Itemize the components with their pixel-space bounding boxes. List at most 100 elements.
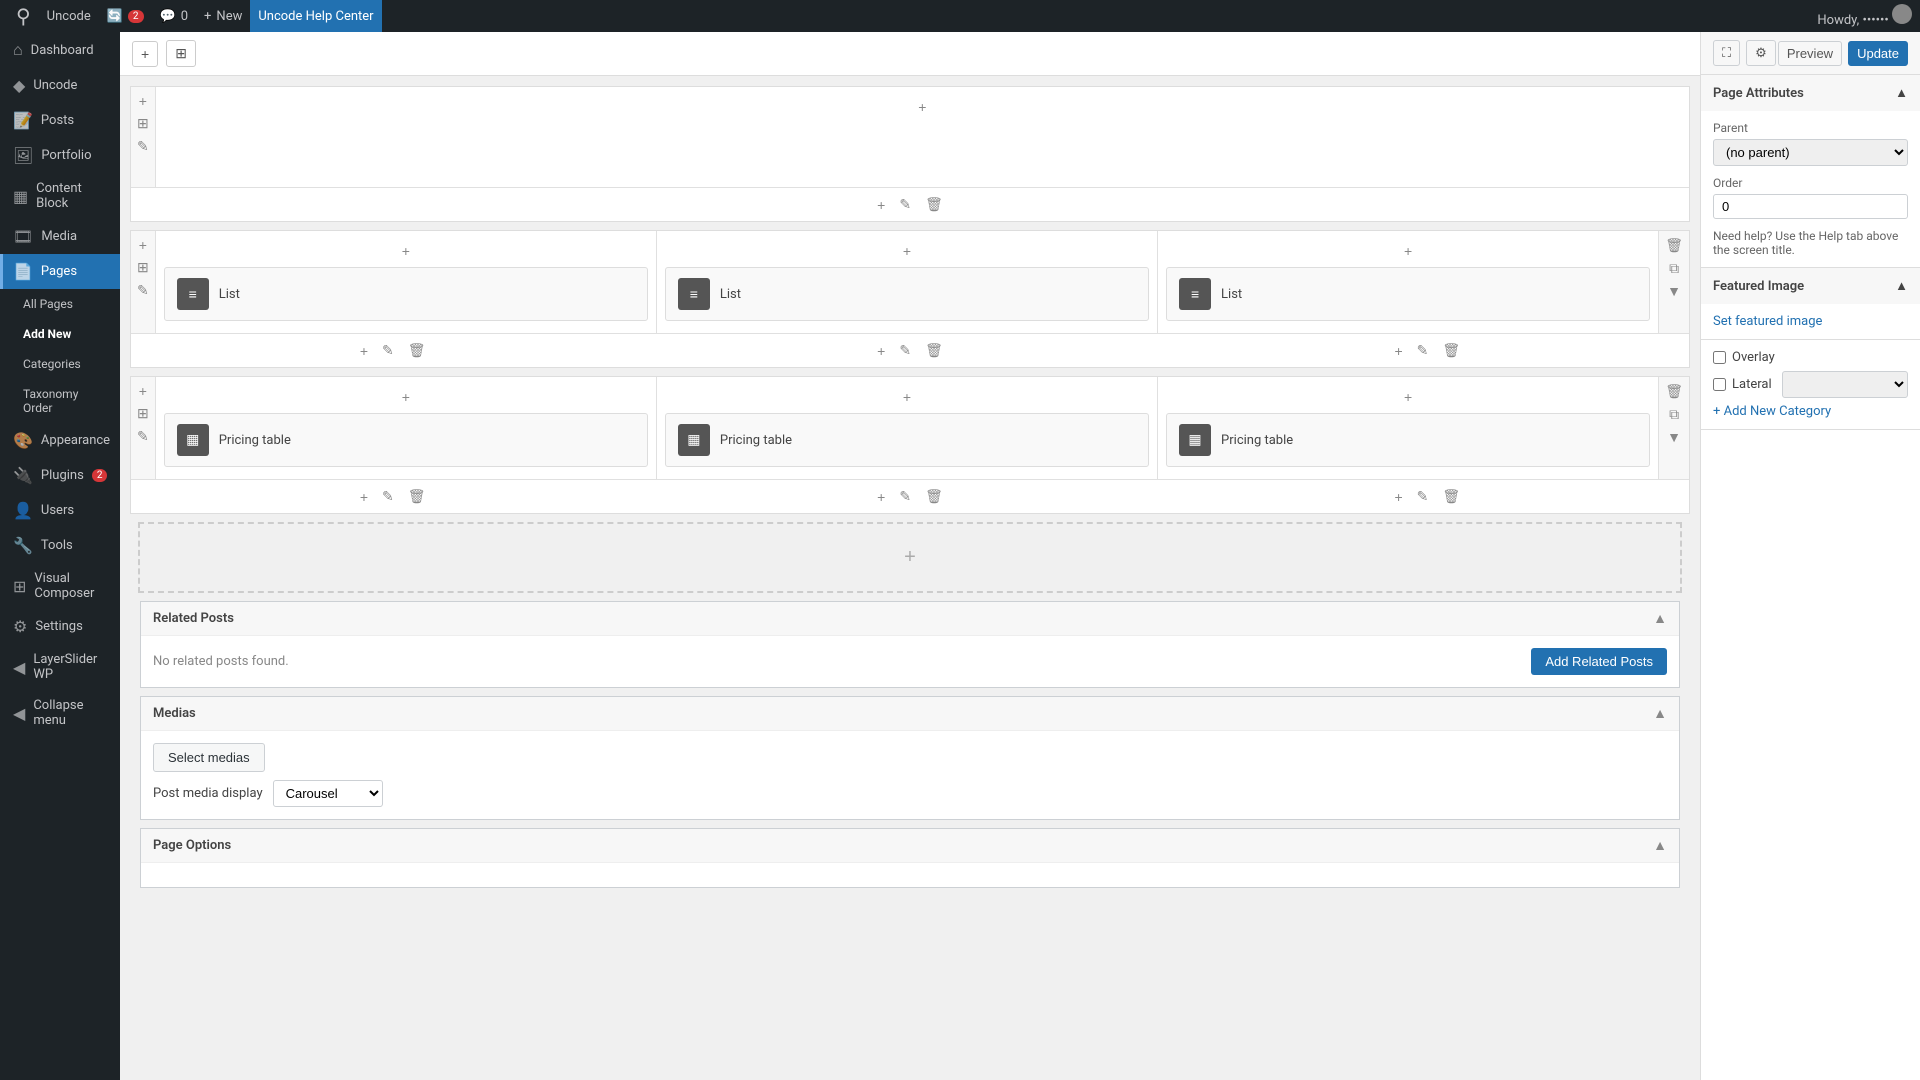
row-list-collapse-btn[interactable]: ▼ [1665, 281, 1683, 301]
right-toolbar-icons: ⛶ ⚙ [1713, 40, 1776, 66]
col-pricing-1-add-top[interactable]: + [398, 387, 414, 407]
page-attributes-header[interactable]: Page Attributes ▲ [1701, 75, 1920, 111]
col2-edit-action[interactable]: ✎ [895, 340, 915, 361]
settings-button[interactable]: ⚙ [1746, 40, 1776, 66]
sidebar-item-tools[interactable]: 🔧 Tools [0, 528, 120, 563]
row-list-edit-btn[interactable]: ✎ [135, 280, 151, 301]
col-pricing-2-add-top[interactable]: + [899, 387, 915, 407]
pricing-col2-edit-action[interactable]: ✎ [895, 486, 915, 507]
page-options-header[interactable]: Page Options ▲ [141, 829, 1679, 863]
add-new-category-link[interactable]: + Add New Category [1713, 404, 1831, 419]
parent-select[interactable]: (no parent) [1713, 139, 1908, 166]
lateral-select[interactable] [1782, 371, 1908, 398]
sidebar-item-plugins[interactable]: 🔌 Plugins 2 [0, 458, 120, 493]
pricing-col3-add-action[interactable]: + [1390, 486, 1406, 507]
col-list-1-add-top[interactable]: + [398, 241, 414, 261]
preview-button[interactable]: Preview [1778, 41, 1842, 66]
sidebar-item-collapse-menu[interactable]: ◀ Collapse menu [0, 690, 120, 736]
select-medias-button[interactable]: Select medias [153, 743, 265, 772]
topbar-uncode[interactable]: Uncode [39, 0, 99, 32]
pricing-col1-edit-action[interactable]: ✎ [378, 486, 398, 507]
sidebar-item-media[interactable]: 🎞 Media [0, 219, 120, 254]
pricing-col3-edit-action[interactable]: ✎ [1413, 486, 1433, 507]
sidebar-item-categories[interactable]: Categories [0, 349, 120, 379]
col1-edit-action[interactable]: ✎ [378, 340, 398, 361]
sidebar-item-settings[interactable]: ⚙ Settings [0, 609, 120, 644]
col3-edit-action[interactable]: ✎ [1413, 340, 1433, 361]
page-attributes-title: Page Attributes [1713, 86, 1804, 101]
row-top-delete-action[interactable]: 🗑 [921, 194, 947, 215]
row-top-add-action[interactable]: + [873, 195, 889, 215]
add-element-toolbar-button[interactable]: + [132, 41, 158, 67]
sidebar-item-taxonomy-order[interactable]: Taxonomy Order [0, 379, 120, 423]
row-list-cols: + ≡ List + ≡ Lis [156, 231, 1658, 333]
order-input[interactable] [1713, 194, 1908, 219]
username: •••••• [1862, 13, 1888, 28]
row-pricing-move-btn[interactable]: + [137, 381, 149, 401]
pricing-col1-delete-action[interactable]: 🗑 [404, 486, 430, 507]
row-top-edit-btn[interactable]: ✎ [135, 136, 151, 157]
row-list-grid-btn[interactable]: ⊞ [135, 257, 151, 278]
col-top-add-button[interactable]: + [914, 97, 930, 117]
sidebar-item-uncode[interactable]: ◆ Uncode [0, 68, 120, 103]
row-pricing-grid-btn[interactable]: ⊞ [135, 403, 151, 424]
add-row-button[interactable]: + [900, 544, 920, 571]
wp-logo-icon[interactable]: ⚲ [8, 0, 39, 32]
sidebar-item-add-new[interactable]: Add New [0, 319, 120, 349]
col1-add-action[interactable]: + [356, 340, 372, 361]
sidebar-item-dashboard[interactable]: ⌂ Dashboard [0, 32, 120, 68]
grid-view-button[interactable]: ⊞ [166, 40, 196, 67]
sidebar-item-visual-composer[interactable]: ⊞ Visual Composer [0, 563, 120, 609]
sidebar-item-pages[interactable]: 📄 Pages [0, 254, 120, 289]
col3-add-action[interactable]: + [1390, 340, 1406, 361]
add-row-area[interactable]: + [138, 522, 1682, 593]
row-top-move-btn[interactable]: + [137, 91, 149, 111]
topbar-comments[interactable]: 💬 0 [152, 0, 197, 32]
sidebar-item-content-block[interactable]: ▦ Content Block [0, 173, 120, 219]
pricing-col1-add-action[interactable]: + [356, 486, 372, 507]
set-featured-image-link[interactable]: Set featured image [1713, 314, 1822, 329]
col-pricing-3-add-top[interactable]: + [1400, 387, 1416, 407]
featured-image-header[interactable]: Featured Image ▲ [1701, 268, 1920, 304]
topbar-help-center[interactable]: Uncode Help Center [250, 0, 381, 32]
fullscreen-button[interactable]: ⛶ [1713, 40, 1740, 66]
col2-add-action[interactable]: + [873, 340, 889, 361]
add-related-posts-button[interactable]: Add Related Posts [1531, 648, 1667, 675]
col1-delete-action[interactable]: 🗑 [404, 340, 430, 361]
pricing-col2-add-action[interactable]: + [873, 486, 889, 507]
sidebar-item-posts[interactable]: 📝 Posts [0, 103, 120, 138]
row-pricing-copy-btn[interactable]: ⧉ [1667, 404, 1681, 425]
row-list-copy-btn[interactable]: ⧉ [1667, 258, 1681, 279]
col3-delete-action[interactable]: 🗑 [1438, 340, 1464, 361]
related-posts-header[interactable]: Related Posts ▲ [141, 602, 1679, 636]
topbar-updates[interactable]: 🔄 2 [99, 0, 152, 32]
featured-image-section: Featured Image ▲ Set featured image [1701, 268, 1920, 340]
col2-delete-action[interactable]: 🗑 [921, 340, 947, 361]
sidebar-item-appearance[interactable]: 🎨 Appearance [0, 423, 120, 458]
col-list-2-add-top[interactable]: + [899, 241, 915, 261]
featured-image-content: Set featured image [1701, 304, 1920, 339]
sidebar-item-portfolio[interactable]: 🖼 Portfolio [0, 138, 120, 173]
topbar-new[interactable]: + New [196, 0, 250, 32]
row-pricing-delete-btn[interactable]: 🗑 [1663, 381, 1685, 402]
medias-header[interactable]: Medias ▲ [141, 697, 1679, 731]
row-top-grid-btn[interactable]: ⊞ [135, 113, 151, 134]
row-list-delete-btn[interactable]: 🗑 [1663, 235, 1685, 256]
pricing-col3-delete-action[interactable]: 🗑 [1438, 486, 1464, 507]
vc-area: + ⊞ ✎ + [120, 76, 1700, 906]
row-list-move-btn[interactable]: + [137, 235, 149, 255]
row-pricing-edit-btn[interactable]: ✎ [135, 426, 151, 447]
pricing-icon-2: ▦ [678, 424, 710, 456]
update-button[interactable]: Update [1848, 41, 1908, 66]
row-top-edit-action[interactable]: ✎ [895, 194, 915, 215]
col-list-3-add-top[interactable]: + [1400, 241, 1416, 261]
sidebar-item-users[interactable]: 👤 Users [0, 493, 120, 528]
pricing-label-3: Pricing table [1221, 433, 1293, 448]
pricing-col2-delete-action[interactable]: 🗑 [921, 486, 947, 507]
sidebar-item-all-pages[interactable]: All Pages [0, 289, 120, 319]
overlay-checkbox[interactable] [1713, 351, 1726, 364]
post-media-display-select[interactable]: Carousel Grid Slideshow [273, 780, 383, 807]
row-pricing-collapse-btn[interactable]: ▼ [1665, 427, 1683, 447]
lateral-checkbox[interactable] [1713, 378, 1726, 391]
sidebar-item-layerslider[interactable]: ◀ LayerSlider WP [0, 644, 120, 690]
